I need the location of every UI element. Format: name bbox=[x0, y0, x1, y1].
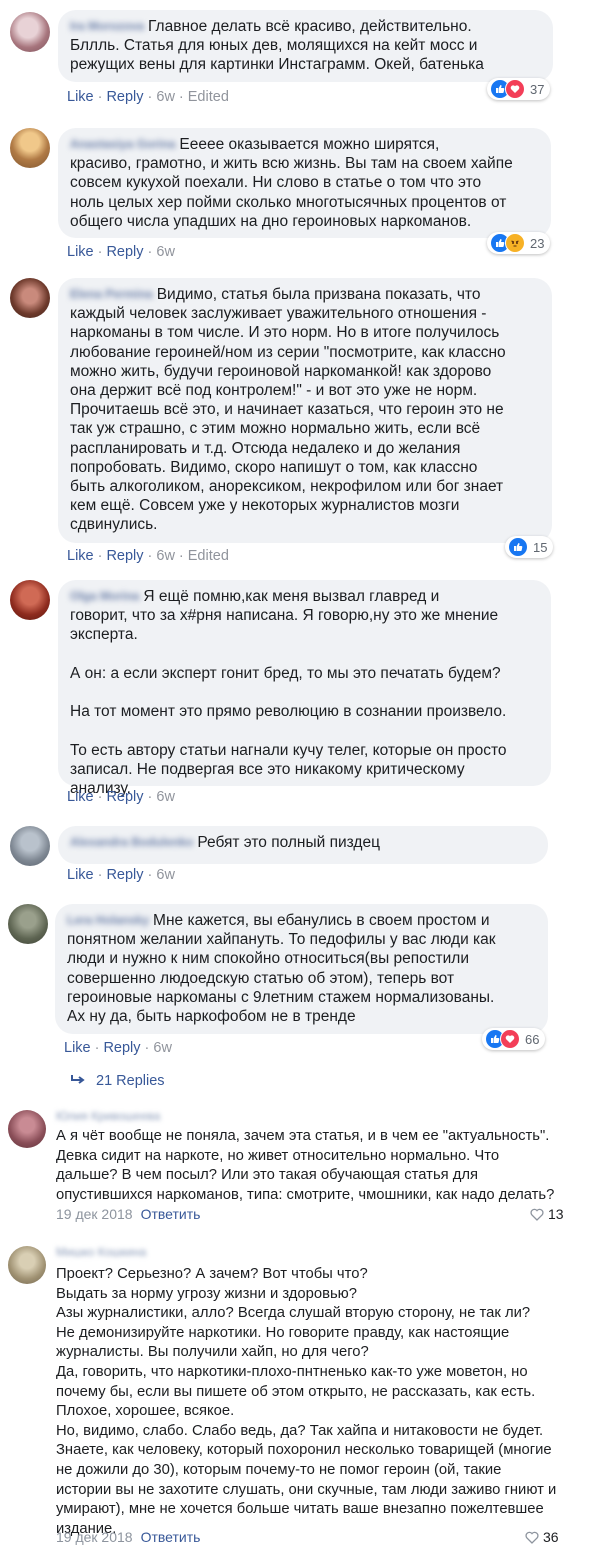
comment-actions: Like · Reply · 6w bbox=[67, 789, 175, 805]
post-like-count: 13 bbox=[548, 1206, 564, 1222]
avatar[interactable] bbox=[10, 12, 50, 52]
post-text: А я чёт вообще не поняла, зачем эта стат… bbox=[56, 1128, 555, 1203]
answer-link[interactable]: Ответить bbox=[141, 1206, 201, 1222]
comment-actions: Like · Reply · 6w bbox=[67, 244, 175, 260]
angry-reaction-icon bbox=[505, 233, 525, 253]
reply-link[interactable]: Reply bbox=[106, 867, 143, 883]
reactions-badge[interactable]: 37 bbox=[487, 78, 551, 100]
avatar[interactable] bbox=[10, 826, 50, 866]
post-date: 19 дек 2018 bbox=[56, 1206, 133, 1222]
comment-text: Я ещё помню,как меня вызвал главред и го… bbox=[70, 588, 507, 798]
reactions-badge[interactable]: 15 bbox=[505, 536, 554, 558]
reply-link[interactable]: Reply bbox=[106, 789, 143, 805]
post-like-button[interactable]: 36 bbox=[525, 1529, 559, 1545]
love-reaction-icon bbox=[505, 79, 525, 99]
comment-bubble: Ira Morozova Главное делать всё красиво, … bbox=[58, 10, 553, 82]
comment-author[interactable]: Elena Permina bbox=[70, 285, 153, 304]
post-meta: 19 дек 2018 Ответить bbox=[56, 1206, 200, 1222]
edited-label[interactable]: Edited bbox=[188, 89, 229, 105]
answer-link[interactable]: Ответить bbox=[141, 1529, 201, 1545]
reaction-count: 66 bbox=[525, 1031, 540, 1047]
post-author[interactable]: Юлия Кривошеева bbox=[56, 1109, 160, 1123]
like-link[interactable]: Like bbox=[64, 1040, 91, 1056]
like-link[interactable]: Like bbox=[67, 89, 94, 105]
heart-icon bbox=[530, 1208, 544, 1221]
reaction-count: 37 bbox=[530, 81, 545, 97]
comment-time[interactable]: 6w bbox=[156, 548, 175, 564]
replies-label: 21 Replies bbox=[96, 1073, 165, 1089]
like-link[interactable]: Like bbox=[67, 789, 94, 805]
post-like-button[interactable]: 13 bbox=[530, 1206, 564, 1222]
comment-actions: Like · Reply · 6w · Edited bbox=[67, 89, 229, 105]
reply-arrow-icon bbox=[71, 1075, 85, 1084]
view-replies-link[interactable]: 21 Replies bbox=[70, 1073, 165, 1089]
heart-icon bbox=[525, 1531, 539, 1544]
comment-time[interactable]: 6w bbox=[153, 1040, 172, 1056]
comment-time[interactable]: 6w bbox=[156, 789, 175, 805]
comment-time[interactable]: 6w bbox=[156, 244, 175, 260]
comment-author[interactable]: Alexandra Bodulenko bbox=[70, 833, 193, 852]
edited-label[interactable]: Edited bbox=[188, 548, 229, 564]
reply-link[interactable]: Reply bbox=[106, 548, 143, 564]
comment-author[interactable]: Olga Morina bbox=[70, 587, 139, 606]
comment-author[interactable]: Ira Morozova bbox=[70, 17, 144, 36]
comment-actions: Like · Reply · 6w bbox=[64, 1040, 172, 1056]
avatar[interactable] bbox=[10, 278, 50, 318]
reaction-count: 23 bbox=[530, 235, 545, 251]
comment-bubble: Olga Morina Я ещё помню,как меня вызвал г… bbox=[58, 580, 551, 797]
avatar[interactable] bbox=[10, 128, 50, 168]
love-reaction-icon bbox=[500, 1029, 520, 1049]
post-meta: 19 дек 2018 Ответить bbox=[56, 1529, 200, 1545]
comment-author[interactable]: Anastasiya Gorina bbox=[70, 135, 175, 154]
reply-link[interactable]: Reply bbox=[106, 244, 143, 260]
comment-actions: Like · Reply · 6w · Edited bbox=[67, 548, 229, 564]
avatar[interactable] bbox=[10, 580, 50, 620]
comment-time[interactable]: 6w bbox=[156, 89, 175, 105]
avatar[interactable] bbox=[8, 1110, 46, 1148]
comment-actions: Like · Reply · 6w bbox=[67, 867, 175, 883]
comment-text: Видимо, статья была призвана показать, ч… bbox=[70, 286, 506, 534]
post-like-count: 36 bbox=[543, 1529, 559, 1545]
comment-bubble: Anastasiya Gorina Ееееe оказывается можно… bbox=[58, 128, 551, 238]
comment-bubble: Alexandra Bodulenko Ребят это полный пизд… bbox=[58, 826, 548, 864]
comment-author[interactable]: Lera Holansky bbox=[67, 911, 149, 930]
comment-text: Ребят это полный пиздец bbox=[197, 834, 380, 851]
like-reaction-icon bbox=[508, 537, 528, 557]
like-link[interactable]: Like bbox=[67, 244, 94, 260]
reactions-badge[interactable]: 66 bbox=[482, 1028, 546, 1050]
avatar[interactable] bbox=[8, 1246, 46, 1284]
reply-link[interactable]: Reply bbox=[106, 89, 143, 105]
reactions-badge[interactable]: 23 bbox=[487, 232, 551, 254]
reaction-count: 15 bbox=[533, 539, 548, 555]
like-link[interactable]: Like bbox=[67, 548, 94, 564]
post-date: 19 дек 2018 bbox=[56, 1529, 133, 1545]
avatar[interactable] bbox=[8, 904, 48, 944]
reply-link[interactable]: Reply bbox=[103, 1040, 140, 1056]
comment-time[interactable]: 6w bbox=[156, 867, 175, 883]
like-link[interactable]: Like bbox=[67, 867, 94, 883]
comment-bubble: Lera Holansky Мне кажется, вы ебанулись в… bbox=[55, 904, 548, 1034]
comment-bubble: Elena Permina Видимо, статья была призван… bbox=[58, 278, 552, 543]
post-text: Проект? Серьезно? А зачем? Вот чтобы что… bbox=[56, 1266, 557, 1537]
post-author[interactable]: Мишко Кошкина bbox=[56, 1245, 146, 1259]
